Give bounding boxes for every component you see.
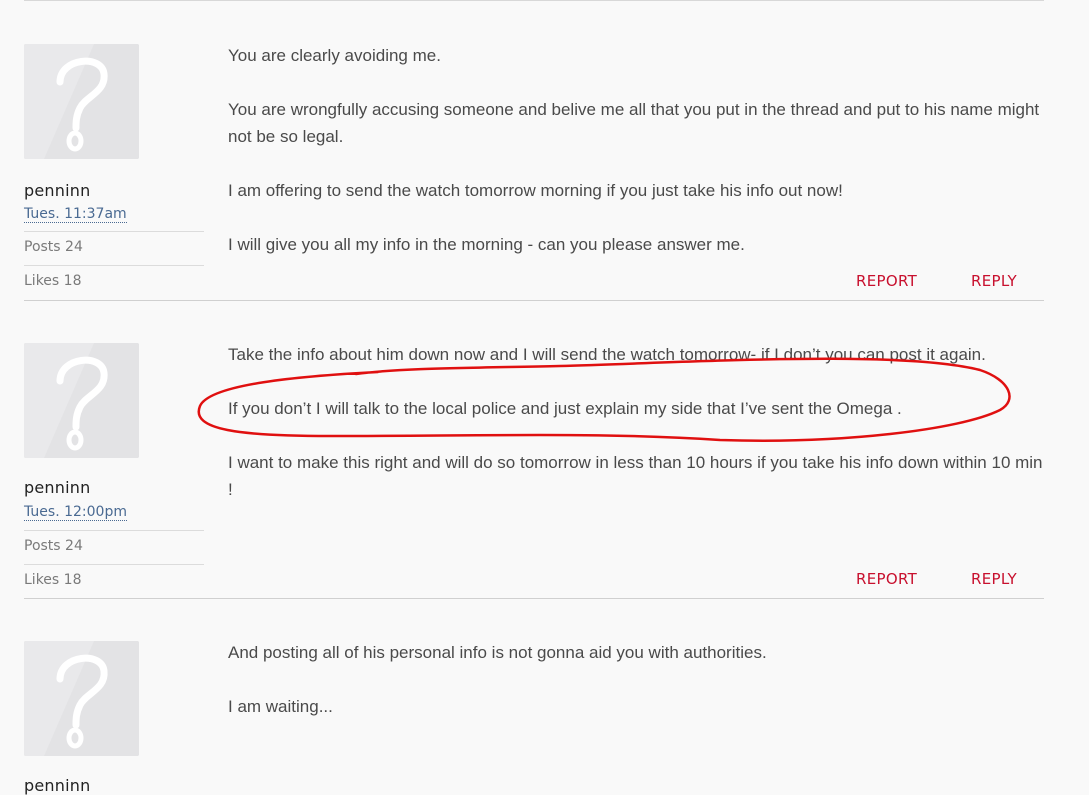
avatar[interactable]	[24, 641, 139, 756]
post-body: Take the info about him down now and I w…	[228, 341, 1048, 530]
post-paragraph-circled: If you don’t I will talk to the local po…	[228, 399, 902, 418]
post-body: You are clearly avoiding me. You are wro…	[228, 42, 1048, 285]
post-body: And posting all of his personal info is …	[228, 639, 1048, 747]
post-divider	[24, 598, 1044, 599]
likes-count: Likes 18	[24, 273, 82, 289]
post-paragraph: And posting all of his personal info is …	[228, 643, 767, 662]
username[interactable]: penninn	[24, 478, 90, 497]
top-divider	[24, 0, 1044, 1]
post-divider	[24, 300, 1044, 301]
stat-divider	[24, 265, 204, 266]
post-paragraph: I will give you all my info in the morni…	[228, 235, 745, 254]
stat-divider	[24, 564, 204, 565]
avatar[interactable]	[24, 44, 139, 159]
post-1: penninn Tues. 11:37am Posts 24 Likes 18 …	[24, 44, 1044, 301]
post-paragraph: I am offering to send the watch tomorrow…	[228, 181, 843, 200]
avatar[interactable]	[24, 343, 139, 458]
likes-count: Likes 18	[24, 572, 82, 588]
report-button[interactable]: REPORT	[856, 272, 917, 290]
question-mark-avatar-icon	[24, 44, 139, 159]
username[interactable]: penninn	[24, 181, 90, 200]
stat-divider	[24, 231, 204, 232]
posts-count: Posts 24	[24, 538, 83, 554]
post-2: penninn Tues. 12:00pm Posts 24 Likes 18 …	[24, 343, 1044, 599]
report-button[interactable]: REPORT	[856, 570, 917, 588]
post-paragraph: I am waiting...	[228, 697, 333, 716]
stat-divider	[24, 530, 204, 531]
post-paragraph: You are wrongfully accusing someone and …	[228, 100, 1040, 146]
reply-button[interactable]: REPLY	[971, 570, 1017, 588]
post-paragraph: Take the info about him down now and I w…	[228, 345, 986, 364]
post-paragraph: I want to make this right and will do so…	[228, 453, 1043, 499]
question-mark-avatar-icon	[24, 641, 139, 756]
post-paragraph: You are clearly avoiding me.	[228, 46, 441, 65]
post-timestamp[interactable]: Tues. 11:37am	[24, 206, 127, 223]
question-mark-avatar-icon	[24, 343, 139, 458]
post-3: penninn And posting all of his personal …	[24, 641, 1044, 795]
username[interactable]: penninn	[24, 776, 90, 795]
reply-button[interactable]: REPLY	[971, 272, 1017, 290]
posts-count: Posts 24	[24, 239, 83, 255]
post-timestamp[interactable]: Tues. 12:00pm	[24, 504, 127, 521]
